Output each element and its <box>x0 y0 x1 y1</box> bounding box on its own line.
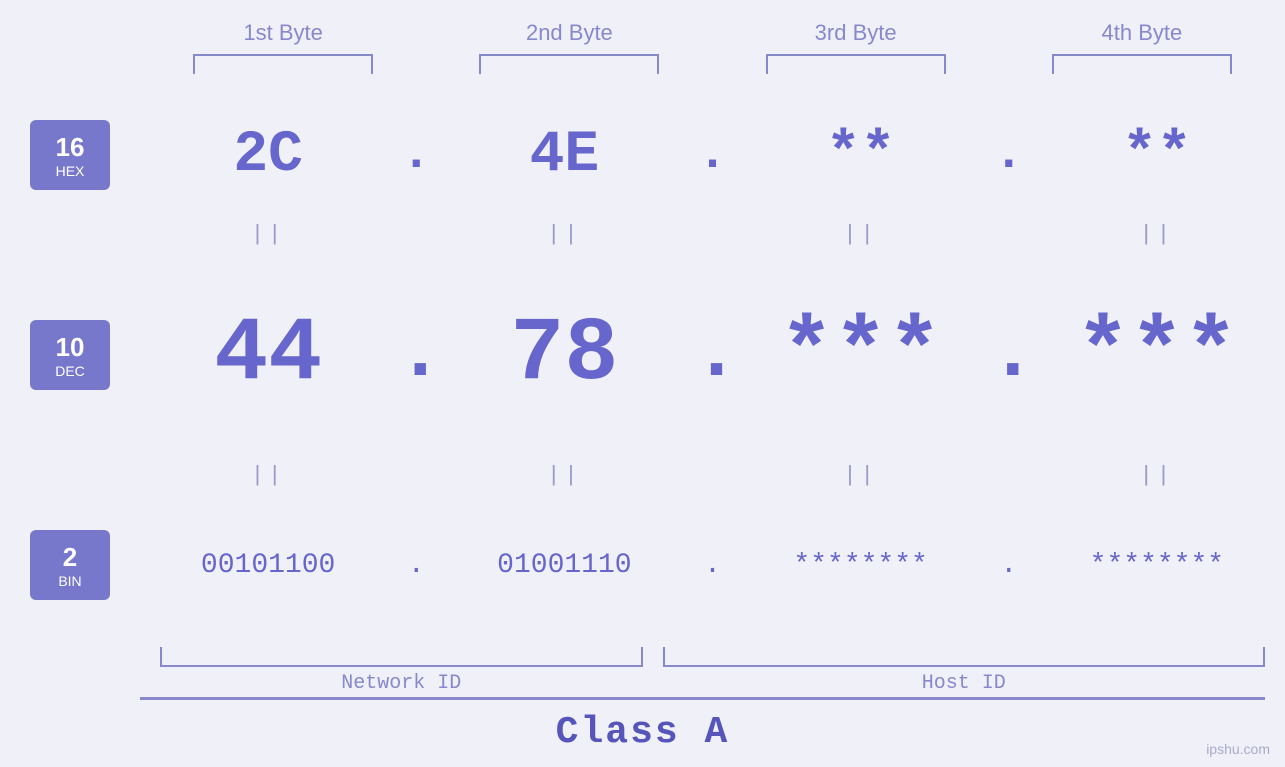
byte-label-4: 4th Byte <box>999 20 1285 46</box>
bin-row: 2 BIN 00101100 . 01001110 . ******** . *… <box>0 494 1285 637</box>
network-id-label: Network ID <box>160 672 643 695</box>
eq-1-b4: || <box>1029 222 1285 247</box>
eq-values-2: || || || || <box>140 463 1285 488</box>
hex-byte-4: ** <box>1029 123 1285 188</box>
dec-byte-2: 78 <box>436 304 692 406</box>
network-id-bracket <box>160 647 643 667</box>
bin-label: BIN <box>58 573 81 589</box>
byte-label-1: 1st Byte <box>140 20 426 46</box>
hex-byte-1: 2C <box>140 123 396 188</box>
bracket-3 <box>766 54 946 74</box>
dec-byte-4: *** <box>1029 304 1285 406</box>
bin-dot-2: . <box>693 550 733 581</box>
hex-num: 16 <box>56 132 85 163</box>
bin-badge: 2 BIN <box>30 530 110 600</box>
dec-dot-2: . <box>693 315 733 395</box>
eq-row-2: || || || || <box>0 458 1285 494</box>
dec-dot-1: . <box>396 315 436 395</box>
eq-2-b4: || <box>1029 463 1285 488</box>
byte-label-2: 2nd Byte <box>426 20 712 46</box>
host-id-label: Host ID <box>663 672 1266 695</box>
class-area: Class A <box>0 697 1285 767</box>
hex-dot-3: . <box>989 130 1029 180</box>
class-top-line <box>140 697 1265 700</box>
dec-values: 44 . 78 . *** . *** <box>140 304 1285 406</box>
hex-badge: 16 HEX <box>30 120 110 190</box>
eq-2-b2: || <box>436 463 692 488</box>
dec-row: 10 DEC 44 . 78 . *** . *** <box>0 253 1285 458</box>
bin-values: 00101100 . 01001110 . ******** . *******… <box>140 550 1285 581</box>
top-bracket-row <box>0 54 1285 74</box>
dec-dot-3: . <box>989 315 1029 395</box>
dec-label: DEC <box>55 363 85 379</box>
eq-1-b1: || <box>140 222 396 247</box>
bin-dot-1: . <box>396 550 436 581</box>
hex-label: HEX <box>56 163 85 179</box>
bracket-cell-1 <box>140 54 426 74</box>
eq-row-1: || || || || <box>0 217 1285 253</box>
byte-label-3: 3rd Byte <box>713 20 999 46</box>
bracket-cell-2 <box>426 54 712 74</box>
hex-row: 16 HEX 2C . 4E . ** . ** <box>0 94 1285 217</box>
dec-badge: 10 DEC <box>30 320 110 390</box>
bracket-cell-4 <box>999 54 1285 74</box>
hex-values: 2C . 4E . ** . ** <box>140 123 1285 188</box>
class-label: Class A <box>556 711 730 754</box>
id-labels-area: Network ID Host ID <box>0 637 1285 697</box>
hex-byte-2: 4E <box>436 123 692 188</box>
dec-num: 10 <box>56 332 85 363</box>
bin-badge-cell: 2 BIN <box>0 530 140 600</box>
bracket-1 <box>193 54 373 74</box>
bin-num: 2 <box>63 542 77 573</box>
bracket-cell-3 <box>713 54 999 74</box>
hex-dot-1: . <box>396 130 436 180</box>
eq-1-b2: || <box>436 222 692 247</box>
host-id-bracket <box>663 647 1266 667</box>
bin-byte-4: ******** <box>1029 550 1285 581</box>
bracket-2 <box>479 54 659 74</box>
hex-badge-cell: 16 HEX <box>0 120 140 190</box>
bin-dot-3: . <box>989 550 1029 581</box>
hex-dot-2: . <box>693 130 733 180</box>
bin-byte-3: ******** <box>733 550 989 581</box>
watermark: ipshu.com <box>1206 741 1270 757</box>
eq-2-b3: || <box>733 463 989 488</box>
byte-labels-row: 1st Byte 2nd Byte 3rd Byte 4th Byte <box>0 20 1285 46</box>
eq-values-1: || || || || <box>140 222 1285 247</box>
bin-byte-1: 00101100 <box>140 550 396 581</box>
dec-byte-1: 44 <box>140 304 396 406</box>
dec-badge-cell: 10 DEC <box>0 320 140 390</box>
bin-byte-2: 01001110 <box>436 550 692 581</box>
eq-1-b3: || <box>733 222 989 247</box>
eq-2-b1: || <box>140 463 396 488</box>
hex-byte-3: ** <box>733 123 989 188</box>
dec-byte-3: *** <box>733 304 989 406</box>
bracket-4 <box>1052 54 1232 74</box>
main-container: 1st Byte 2nd Byte 3rd Byte 4th Byte 16 H… <box>0 0 1285 767</box>
